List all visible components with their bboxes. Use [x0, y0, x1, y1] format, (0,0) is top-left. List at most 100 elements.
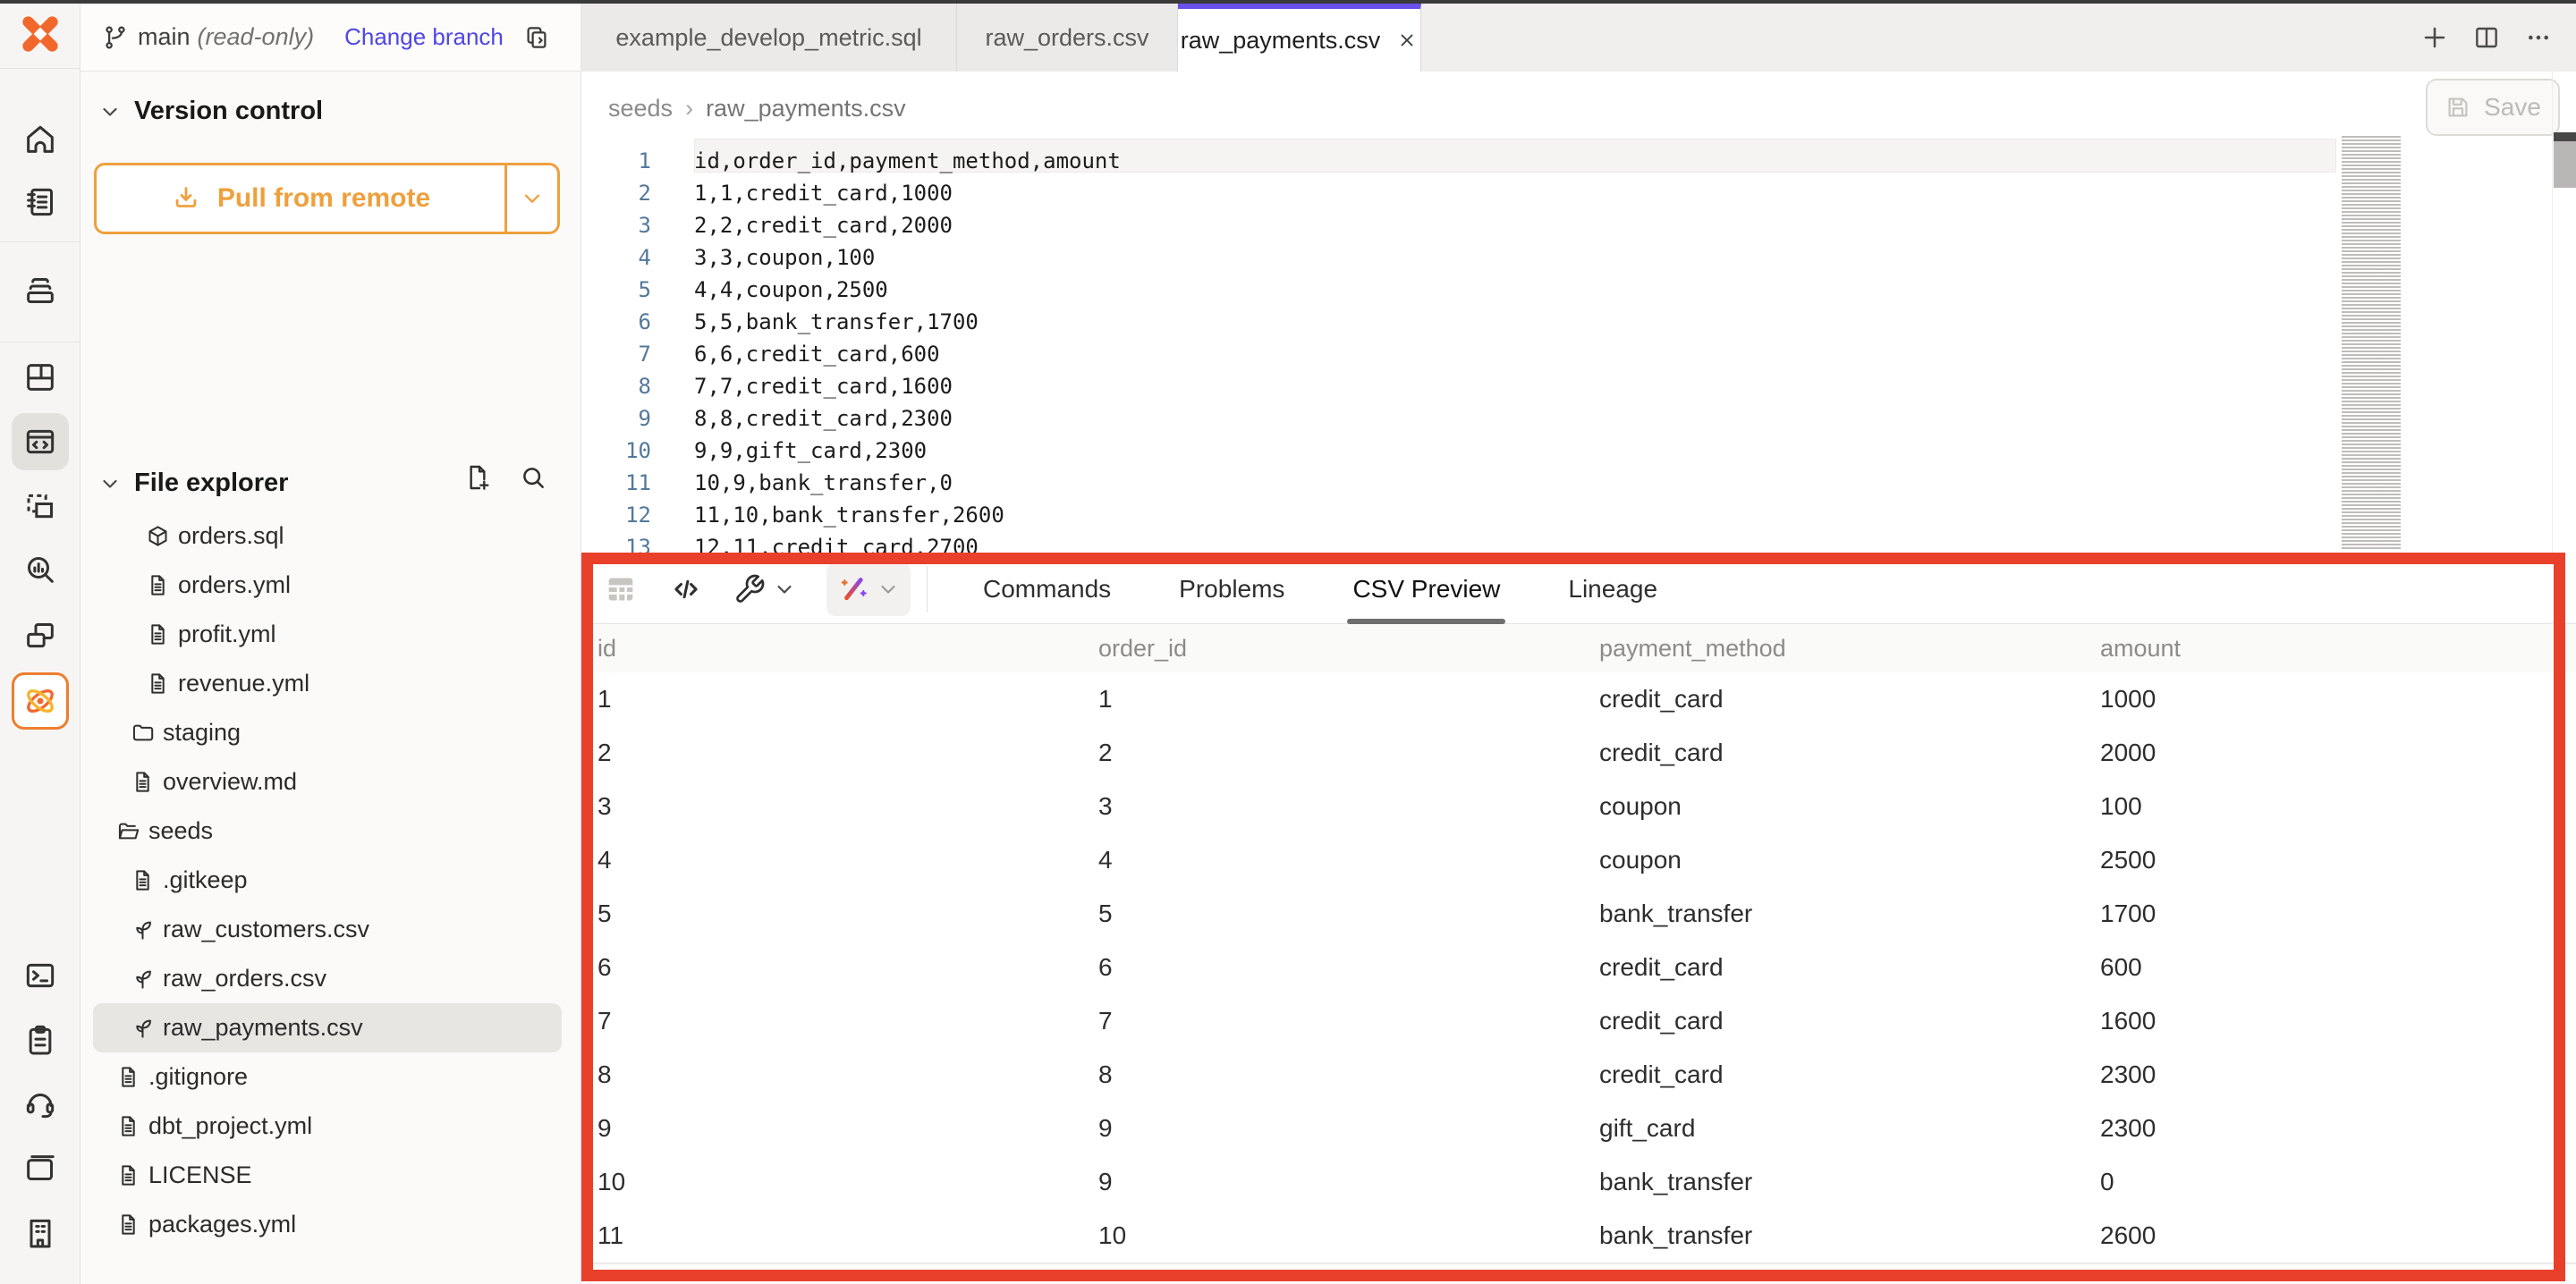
seed-icon [131, 1016, 155, 1040]
more-ellipsis-icon[interactable] [2524, 23, 2553, 52]
close-tab-icon[interactable] [1396, 30, 1418, 51]
organization-icon[interactable] [12, 1204, 69, 1262]
windows-icon[interactable] [12, 607, 69, 664]
code-editor[interactable]: 1id,order_id,payment_method,amount 21,1,… [581, 145, 2576, 554]
dbt-logo[interactable] [12, 5, 69, 63]
cell: coupon [1583, 846, 2084, 874]
file-icon [146, 672, 170, 696]
tab-csv-preview[interactable]: CSV Preview [1318, 554, 1534, 624]
cell: gift_card [1583, 1114, 2084, 1143]
table-row[interactable]: 55bank_transfer1700 [581, 887, 2576, 942]
cell: 2300 [2084, 1114, 2576, 1143]
folder-item-seeds[interactable]: seeds [80, 807, 581, 856]
column-header-id[interactable]: id [581, 635, 1082, 663]
pull-options-caret[interactable] [507, 165, 557, 232]
line-number: 5 [581, 277, 651, 302]
table-row[interactable]: 22credit_card2000 [581, 726, 2576, 781]
table-row[interactable]: 109bank_transfer0 [581, 1155, 2576, 1211]
file-item-profit-yml[interactable]: profit.yml [80, 610, 581, 659]
headset-icon[interactable] [12, 1075, 69, 1132]
file-item-dbt-project-yml[interactable]: dbt_project.yml [80, 1102, 581, 1151]
breadcrumb-parent[interactable]: seeds [608, 95, 673, 122]
file-item-gitkeep[interactable]: .gitkeep [80, 856, 581, 905]
split-editor-icon[interactable] [2472, 23, 2501, 52]
cell: 100 [2084, 792, 2576, 821]
results-table-icon[interactable] [603, 571, 639, 607]
tab-commands[interactable]: Commands [949, 554, 1145, 624]
line-text: 4,4,coupon,2500 [694, 277, 888, 302]
sidebar: main (read-only) Change branch Version c… [80, 4, 581, 1284]
file-explorer-title: File explorer [134, 469, 288, 498]
dashboard-icon[interactable] [12, 349, 69, 406]
tab-label: Commands [983, 575, 1111, 604]
table-row[interactable]: 1110bank_transfer2600 [581, 1209, 2576, 1264]
version-control-header[interactable]: Version control [98, 97, 323, 126]
tab-lineage[interactable]: Lineage [1534, 554, 1691, 624]
tab-example-develop-metric-sql[interactable]: example_develop_metric.sql [581, 4, 957, 72]
table-row[interactable]: 99gift_card2300 [581, 1102, 2576, 1157]
query-analysis-icon[interactable] [12, 541, 69, 598]
file-item-gitignore[interactable]: .gitignore [80, 1052, 581, 1102]
tab-problems[interactable]: Problems [1145, 554, 1318, 624]
code-editor-icon[interactable] [12, 413, 69, 470]
file-name: orders.sql [178, 522, 284, 550]
table-row[interactable]: 11credit_card1000 [581, 672, 2576, 728]
magic-wand-button[interactable] [826, 562, 911, 616]
tab-raw-orders-csv[interactable]: raw_orders.csv [957, 4, 1178, 72]
file-item-raw-customers-csv[interactable]: raw_customers.csv [80, 905, 581, 954]
cell: bank_transfer [1583, 1221, 2084, 1250]
search-files-icon[interactable] [519, 463, 547, 492]
editor-scrollbar[interactable] [2552, 72, 2576, 554]
file-item-license[interactable]: LICENSE [80, 1151, 581, 1200]
file-name: .gitkeep [163, 866, 248, 894]
file-name: raw_orders.csv [163, 965, 326, 993]
minimap[interactable] [2342, 136, 2401, 549]
code-icon[interactable] [669, 572, 703, 606]
tab-label: Lineage [1568, 575, 1657, 604]
build-wrench-icon[interactable] [733, 573, 796, 605]
new-file-icon[interactable] [463, 463, 492, 492]
save-button[interactable]: Save [2426, 79, 2560, 136]
file-item-orders-sql[interactable]: orders.sql [80, 511, 581, 561]
table-row[interactable]: 33coupon100 [581, 780, 2576, 835]
file-name: overview.md [163, 768, 297, 796]
file-item-packages-yml[interactable]: packages.yml [80, 1200, 581, 1249]
table-row[interactable]: 66credit_card600 [581, 941, 2576, 996]
file-item-revenue-yml[interactable]: revenue.yml [80, 659, 581, 708]
docs-icon[interactable] [12, 1139, 69, 1196]
copy-branch-icon[interactable] [523, 24, 550, 51]
tab-raw-payments-csv[interactable]: raw_payments.csv [1178, 4, 1421, 72]
branch-name: main [138, 23, 191, 51]
column-header-payment-method[interactable]: payment_method [1583, 635, 2084, 663]
table-row[interactable]: 77credit_card1600 [581, 994, 2576, 1050]
line-text: 6,6,credit_card,600 [694, 342, 940, 367]
atom-ai-icon[interactable] [12, 672, 69, 730]
column-header-amount[interactable]: amount [2084, 635, 2576, 663]
table-row[interactable]: 44coupon2500 [581, 833, 2576, 889]
folder-item-staging[interactable]: staging [80, 708, 581, 757]
file-item-raw-orders-csv[interactable]: raw_orders.csv [80, 954, 581, 1003]
line-number: 4 [581, 245, 651, 270]
chevron-down-icon [877, 578, 900, 601]
frame-icon[interactable] [12, 477, 69, 535]
code-line: 5 4,4,coupon,2500 [581, 274, 2576, 306]
file-item-overview-md[interactable]: overview.md [80, 757, 581, 807]
pull-from-remote-button[interactable]: Pull from remote [94, 163, 560, 234]
scrollbar-thumb[interactable] [2554, 141, 2576, 188]
file-item-raw-payments-csv-selected[interactable]: raw_payments.csv [93, 1003, 562, 1052]
table-row[interactable]: 88credit_card2300 [581, 1048, 2576, 1103]
file-item-orders-yml[interactable]: orders.yml [80, 561, 581, 610]
layers-icon[interactable] [12, 262, 69, 319]
column-header-order-id[interactable]: order_id [1082, 635, 1583, 663]
pull-from-remote-main[interactable]: Pull from remote [97, 165, 507, 232]
new-tab-plus-icon[interactable] [2420, 23, 2449, 52]
left-icon-rail [0, 4, 80, 1284]
home-icon[interactable] [12, 111, 69, 168]
file-explorer-header[interactable]: File explorer [98, 469, 288, 498]
notebook-icon[interactable] [12, 173, 69, 231]
file-name: packages.yml [148, 1211, 296, 1238]
line-text: 1,1,credit_card,1000 [694, 181, 953, 206]
terminal-icon[interactable] [12, 947, 69, 1004]
clipboard-icon[interactable] [12, 1011, 69, 1069]
change-branch-link[interactable]: Change branch [344, 23, 504, 51]
